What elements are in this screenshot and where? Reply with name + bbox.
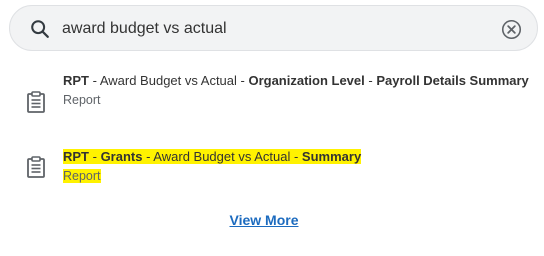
result-title-part: Summary <box>301 149 362 164</box>
result-title-part: RPT <box>63 73 89 88</box>
result-title-part: RPT <box>63 149 89 164</box>
search-result-item[interactable]: RPT - Grants - Award Budget vs Actual - … <box>0 147 544 191</box>
result-title-part: Payroll Details Summary <box>376 73 529 88</box>
report-document-icon <box>27 156 45 178</box>
result-title[interactable]: RPT - Award Budget vs Actual - Organizat… <box>63 71 533 91</box>
result-title[interactable]: RPT - Grants - Award Budget vs Actual - … <box>63 147 533 167</box>
result-title-part: - <box>364 73 377 88</box>
highlight-mark: Report <box>63 169 101 183</box>
result-title-part: Grants <box>100 149 143 164</box>
result-type: Report <box>63 167 533 186</box>
search-input[interactable] <box>62 16 482 42</box>
search-result-item[interactable]: RPT - Award Budget vs Actual - Organizat… <box>0 71 544 133</box>
view-more-link[interactable]: View More <box>0 212 528 228</box>
result-type: Report <box>63 93 101 107</box>
report-document-icon <box>27 91 45 113</box>
search-bar[interactable] <box>9 5 538 51</box>
search-icon <box>31 20 49 38</box>
result-text: RPT - Grants - Award Budget vs Actual - … <box>63 147 533 186</box>
clear-icon[interactable] <box>501 19 522 40</box>
highlight-mark: RPT - Grants - Award Budget vs Actual - … <box>63 149 362 164</box>
result-text: RPT - Award Budget vs Actual - Organizat… <box>63 71 533 110</box>
result-title-part: Organization Level <box>248 73 365 88</box>
search-results-page: RPT - Award Budget vs Actual - Organizat… <box>0 0 544 256</box>
result-title-part: - Award Budget vs Actual - <box>89 73 249 88</box>
result-title-part: - Award Budget vs Actual - <box>142 149 302 164</box>
result-title-part: - <box>89 149 101 164</box>
